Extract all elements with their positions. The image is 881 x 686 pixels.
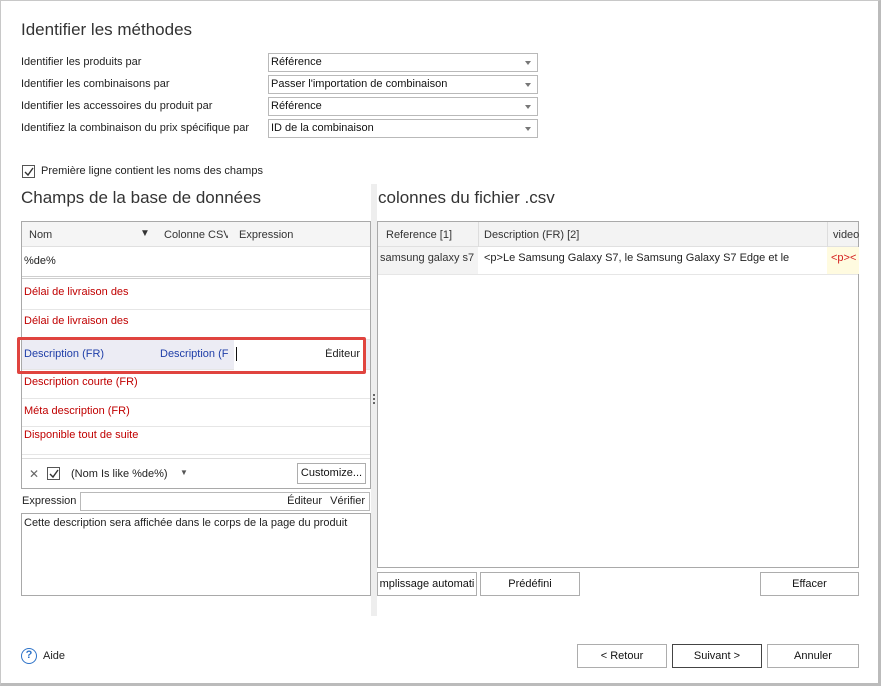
csv-cell-description-bg: <p>Le Samsung Galaxy S7, le Samsung Gala… (478, 247, 827, 274)
csv-cell-description: <p>Le Samsung Galaxy S7, le Samsung Gala… (484, 252, 790, 264)
label-combinations-by: Identifier les combinaisons par (21, 78, 170, 90)
csv-row[interactable]: samsung galaxy s7 <p>Le Samsung Galaxy S… (378, 247, 859, 275)
table-row[interactable]: Délai de livraison des (22, 281, 370, 310)
next-button[interactable]: Suivant > (672, 644, 762, 668)
filter-text[interactable]: (Nom Is like %de%) (71, 468, 168, 480)
accessories-by-value: Référence (271, 100, 322, 112)
check-icon (49, 469, 59, 479)
expression-label: Expression (22, 495, 77, 507)
csv-grid-header: Reference [1] Description (FR) [2] video (378, 222, 859, 247)
col-header-csv[interactable]: Colonne CSV (164, 229, 228, 241)
db-grid-header: Nom ▼ Colonne CSV Expression (22, 222, 370, 247)
csv-cell-reference: samsung galaxy s7 (380, 252, 475, 264)
filter-row-value[interactable]: %de% (24, 255, 56, 267)
filter-icon[interactable]: ▼ (140, 228, 150, 239)
splitter-grip (373, 398, 375, 400)
csv-col-header-reference[interactable]: Reference [1] (386, 229, 452, 241)
row-name: Méta description (FR) (24, 405, 130, 417)
col-header-name[interactable]: Nom (29, 229, 52, 241)
section-title-identify: Identifier les méthodes (21, 20, 193, 39)
filter-enabled-checkbox[interactable] (47, 467, 60, 480)
db-fields-title: Champs de la base de données (21, 188, 262, 207)
cancel-button[interactable]: Annuler (767, 644, 859, 668)
table-row[interactable]: Délai de livraison des (22, 310, 370, 340)
csv-col-header-description[interactable]: Description (FR) [2] (484, 229, 579, 241)
clear-button[interactable]: Effacer (760, 572, 859, 596)
help-link[interactable]: Aide (43, 650, 65, 662)
label-specific-price-by: Identifiez la combinaison du prix spécif… (21, 122, 250, 134)
expression-verify-button[interactable]: Vérifier (330, 495, 365, 507)
chevron-down-icon (525, 61, 531, 65)
highlight-box (17, 337, 366, 374)
csv-grid: Reference [1] Description (FR) [2] video… (377, 221, 859, 568)
col-divider (478, 222, 479, 247)
first-row-headers-label: Première ligne contient les noms des cha… (41, 165, 263, 177)
csv-col-header-video[interactable]: video (833, 229, 859, 241)
products-by-select[interactable]: Référence (268, 53, 538, 72)
check-icon (24, 167, 34, 177)
predefined-button[interactable]: Prédéfini (480, 572, 580, 596)
chevron-down-icon (525, 83, 531, 87)
filter-dropdown-icon[interactable]: ▼ (180, 468, 188, 477)
expression-editor-button[interactable]: Éditeur (287, 495, 322, 507)
chevron-down-icon (525, 105, 531, 109)
splitter-grip (373, 394, 375, 396)
csv-cell-video-bg: <p>< (827, 247, 859, 274)
table-row[interactable]: Disponible tout de suite (22, 427, 370, 455)
csv-columns-title: colonnes du fichier .csv (378, 188, 555, 207)
col-divider (827, 222, 828, 247)
chevron-down-icon (525, 127, 531, 131)
customize-button[interactable]: Customize... (297, 463, 366, 484)
back-button[interactable]: < Retour (577, 644, 667, 668)
combinations-by-select[interactable]: Passer l'importation de combinaison (268, 75, 538, 94)
row-name: Délai de livraison des (24, 315, 129, 327)
col-header-expression[interactable]: Expression (239, 229, 293, 241)
products-by-value: Référence (271, 56, 322, 68)
row-name: Description courte (FR) (24, 376, 138, 388)
label-accessories-by: Identifier les accessoires du produit pa… (21, 100, 213, 112)
row-name: Disponible tout de suite (24, 429, 139, 441)
csv-cell-video: <p>< (831, 252, 857, 264)
first-row-headers-checkbox[interactable] (22, 165, 35, 178)
autofill-button[interactable]: mplissage automati (377, 572, 477, 596)
splitter-grip (373, 402, 375, 404)
filter-row[interactable]: %de% (22, 247, 370, 279)
label-products-by: Identifier les produits par (21, 56, 142, 68)
filter-bar: ✕ (Nom Is like %de%) ▼ Customize... (22, 458, 370, 488)
table-row[interactable]: Description courte (FR) (22, 370, 370, 399)
combinations-by-value: Passer l'importation de combinaison (271, 78, 448, 90)
table-row[interactable]: Méta description (FR) (22, 399, 370, 427)
field-description: Cette description sera affichée dans le … (21, 513, 371, 596)
accessories-by-select[interactable]: Référence (268, 97, 538, 116)
specific-price-by-value: ID de la combinaison (271, 122, 374, 134)
row-name: Délai de livraison des (24, 286, 129, 298)
help-icon[interactable]: ? (21, 648, 37, 664)
expression-input[interactable]: Éditeur Vérifier (80, 492, 370, 511)
specific-price-by-select[interactable]: ID de la combinaison (268, 119, 538, 138)
clear-filter-icon[interactable]: ✕ (29, 467, 39, 481)
